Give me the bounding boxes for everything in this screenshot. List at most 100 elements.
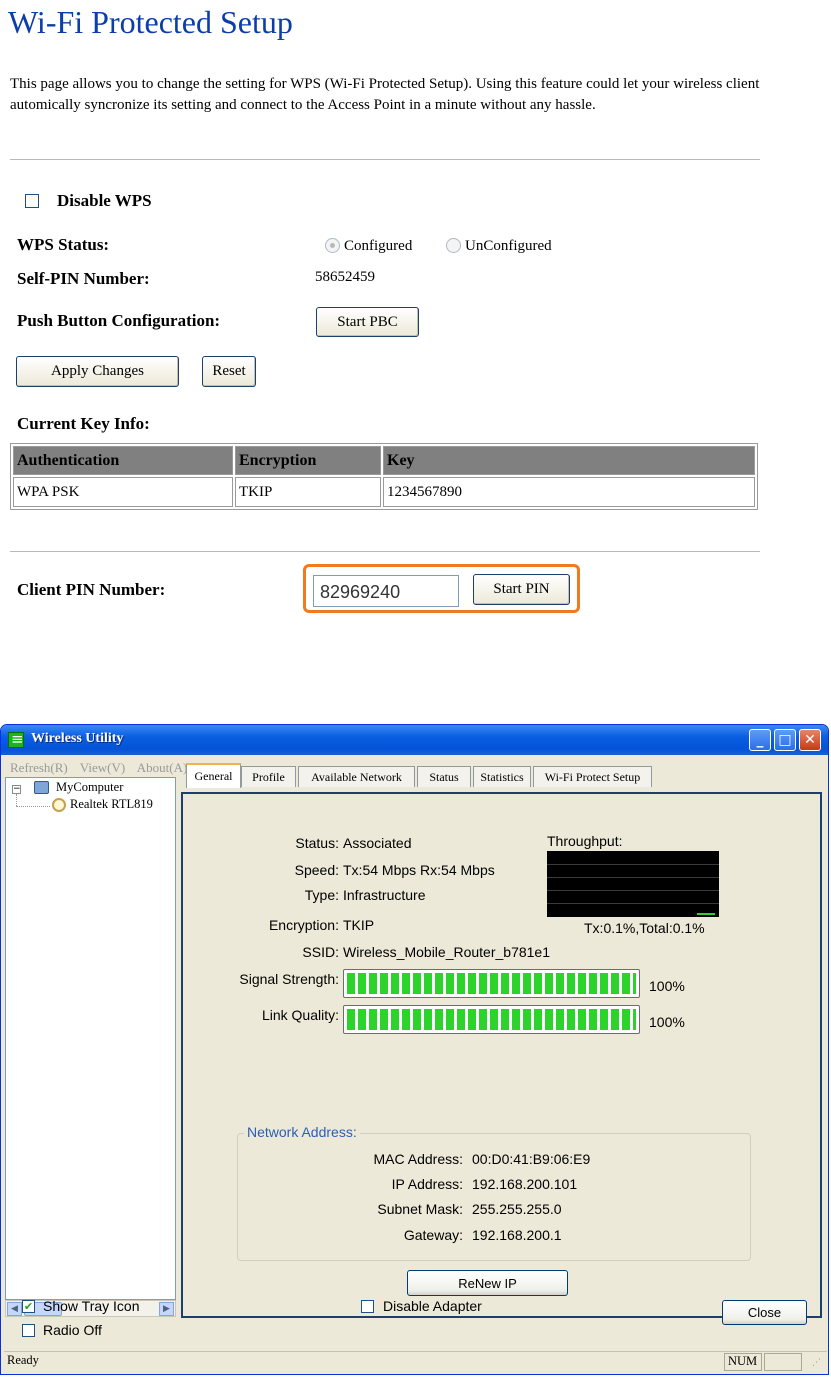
signal-strength-value: 100% [649, 978, 685, 994]
self-pin-label: Self-PIN Number: [17, 269, 150, 288]
subnet-mask-label: Subnet Mask: [377, 1201, 463, 1217]
tab-available-network[interactable]: Available Network [298, 766, 415, 787]
page-description: This page allows you to change the setti… [10, 76, 760, 113]
status-cell-empty [764, 1353, 802, 1371]
type-label: Type: [304, 887, 339, 903]
key-info-table: Authentication Encryption Key WPA PSK TK… [10, 443, 758, 510]
link-quality-value: 100% [649, 1014, 685, 1030]
close-button[interactable]: Close [722, 1300, 807, 1325]
self-pin-value: 58652459 [315, 269, 375, 285]
link-quality-fill [347, 1009, 636, 1030]
tab-general[interactable]: General [186, 763, 241, 788]
menu-bar: Refresh(R) View(V) About(A) [10, 760, 196, 776]
renew-ip-button[interactable]: ReNew IP [407, 1270, 568, 1296]
resize-grip-icon[interactable]: ⋰ [812, 1358, 821, 1368]
tab-statistics[interactable]: Statistics [473, 766, 531, 787]
status-unconfigured-label: UnConfigured [465, 238, 552, 254]
status-bar: Ready NUM ⋰ [4, 1351, 827, 1371]
table-cell: WPA PSK [13, 477, 233, 507]
table-cell: 1234567890 [383, 477, 755, 507]
menu-about[interactable]: About(A) [137, 760, 188, 775]
encryption-value: TKIP [343, 917, 375, 933]
apply-changes-button[interactable]: Apply Changes [16, 356, 179, 387]
num-lock-indicator: NUM [724, 1353, 762, 1371]
encryption-label: Encryption: [268, 917, 339, 933]
throughput-value: Tx:0.1%,Total:0.1% [584, 920, 705, 936]
divider [10, 159, 760, 160]
link-quality-label: Link Quality: [261, 1007, 339, 1023]
menu-refresh[interactable]: Refresh(R) [10, 760, 68, 775]
speed-label: Speed: [294, 862, 339, 878]
signal-strength-label: Signal Strength: [239, 971, 339, 987]
type-value: Infrastructure [343, 887, 426, 903]
show-tray-checkbox[interactable]: ✔ [22, 1300, 35, 1313]
maximize-icon[interactable]: □ [774, 729, 796, 751]
signal-strength-fill [347, 973, 636, 994]
tree-adapter-label[interactable]: Realtek RTL819 [70, 797, 153, 812]
current-key-info-label: Current Key Info: [17, 414, 150, 433]
title-bar: Wireless Utility _ □ ✕ [1, 725, 828, 755]
app-icon [8, 730, 24, 748]
scroll-right-icon[interactable]: ▶ [159, 1302, 174, 1316]
disable-wps-label: Disable WPS [57, 191, 152, 210]
column-header: Authentication [13, 446, 233, 475]
tab-profile[interactable]: Profile [241, 766, 296, 787]
table-row: WPA PSK TKIP 1234567890 [13, 477, 755, 507]
ip-address-value: 192.168.200.101 [472, 1176, 578, 1192]
ssid-label: SSID: [302, 944, 339, 960]
link-quality-meter [343, 1005, 640, 1034]
status-value: Associated [343, 835, 412, 851]
wps-status-label: WPS Status: [17, 235, 110, 254]
gateway-label: Gateway: [403, 1227, 463, 1243]
throughput-label: Throughput: [547, 833, 623, 849]
status-unconfigured-radio[interactable] [446, 238, 461, 253]
tree-line [16, 794, 17, 806]
tab-status[interactable]: Status [417, 766, 471, 787]
ssid-value: Wireless_Mobile_Router_b781e1 [343, 944, 551, 960]
mac-address-label: MAC Address: [373, 1151, 463, 1167]
status-configured-label: Configured [344, 238, 413, 254]
tree-root-label[interactable]: MyComputer [56, 780, 123, 795]
table-cell: TKIP [235, 477, 381, 507]
throughput-graph [547, 851, 719, 917]
network-address-label: Network Address: [244, 1124, 360, 1140]
window-title: Wireless Utility [31, 731, 124, 746]
radio-off-checkbox[interactable] [22, 1324, 35, 1337]
speed-value: Tx:54 Mbps Rx:54 Mbps [343, 862, 495, 878]
computer-icon [34, 781, 49, 794]
minimize-icon[interactable]: _ [749, 729, 771, 751]
status-label: Status: [295, 835, 339, 851]
reset-button[interactable]: Reset [202, 356, 256, 387]
collapse-icon[interactable]: − [12, 785, 21, 794]
page-title: Wi-Fi Protected Setup [8, 4, 293, 40]
ip-address-label: IP Address: [391, 1176, 463, 1192]
subnet-mask-value: 255.255.255.0 [472, 1201, 562, 1217]
status-configured-radio[interactable] [325, 238, 340, 253]
column-header: Key [383, 446, 755, 475]
menu-view[interactable]: View(V) [80, 760, 125, 775]
mac-address-value: 00:D0:41:B9:06:E9 [472, 1151, 591, 1167]
tree-line [16, 806, 50, 807]
column-header: Encryption [235, 446, 381, 475]
show-tray-label: Show Tray Icon [43, 1298, 140, 1314]
start-pbc-button[interactable]: Start PBC [316, 307, 419, 337]
disable-adapter-checkbox[interactable] [361, 1300, 374, 1313]
client-pin-input[interactable]: 82969240 [313, 575, 459, 607]
signal-strength-meter [343, 969, 640, 998]
tab-wifi-protect-setup[interactable]: Wi-Fi Protect Setup [533, 766, 652, 787]
disable-adapter-label: Disable Adapter [383, 1298, 482, 1314]
scroll-left-icon[interactable]: ◀ [7, 1302, 22, 1316]
status-text: Ready [7, 1353, 39, 1367]
disable-wps-checkbox[interactable] [25, 194, 39, 208]
start-pin-button[interactable]: Start PIN [473, 574, 570, 605]
gateway-value: 192.168.200.1 [472, 1227, 562, 1243]
adapter-icon [52, 798, 66, 812]
wireless-utility-window: Wireless Utility _ □ ✕ Refresh(R) View(V… [0, 724, 829, 1375]
pbc-label: Push Button Configuration: [17, 311, 221, 330]
table-header-row: Authentication Encryption Key [13, 446, 755, 475]
radio-off-label: Radio Off [43, 1322, 102, 1338]
device-tree: − MyComputer Realtek RTL819 [5, 777, 176, 1300]
client-pin-label: Client PIN Number: [17, 580, 166, 599]
close-icon[interactable]: ✕ [799, 729, 821, 751]
divider [10, 551, 760, 552]
